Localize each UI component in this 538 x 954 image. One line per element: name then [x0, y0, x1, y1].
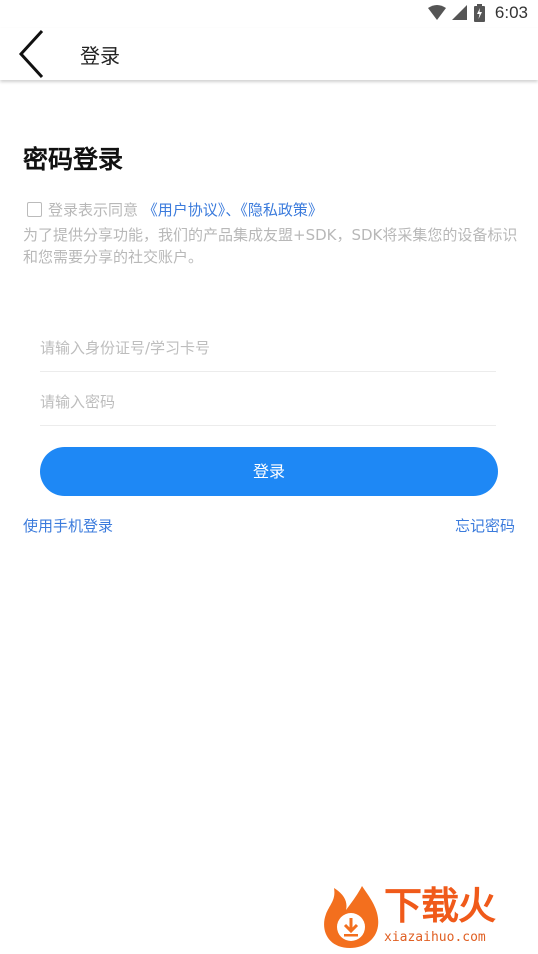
agreement-prefix: 登录表示同意	[48, 201, 139, 219]
forgot-password-link[interactable]: 忘记密码	[455, 515, 515, 536]
id-input[interactable]	[40, 325, 496, 371]
cell-signal-icon	[451, 5, 467, 20]
watermark: 下载火 xiazaihuo.com	[318, 884, 530, 950]
sdk-notice: 为了提供分享功能，我们的产品集成友盟+SDK，SDK将采集您的设备标识和您需要分…	[23, 226, 518, 266]
page-title: 登录	[80, 44, 120, 68]
agreement-separator: 、	[225, 201, 241, 219]
status-icons: 6:03	[427, 3, 528, 23]
user-agreement-link[interactable]: 《用户协议》	[143, 201, 226, 219]
app-bar: 登录	[0, 28, 538, 80]
status-time: 6:03	[494, 3, 528, 22]
watermark-brand: 下载火	[384, 884, 496, 928]
flame-logo-icon	[324, 886, 379, 948]
login-button[interactable]: 登录	[40, 447, 498, 496]
status-bar: 6:03	[0, 0, 538, 28]
password-field	[40, 379, 496, 426]
privacy-policy-link[interactable]: 《隐私政策》	[240, 201, 323, 219]
agreement-row: 登录表示同意 《用户协议》、《隐私政策》	[27, 200, 527, 221]
wifi-icon	[427, 5, 446, 20]
phone-login-link[interactable]: 使用手机登录	[23, 515, 113, 536]
id-field	[40, 325, 496, 372]
agreement-checkbox[interactable]	[27, 202, 42, 217]
login-heading: 密码登录	[23, 145, 124, 174]
watermark-site: xiazaihuo.com	[384, 930, 486, 945]
battery-icon	[473, 4, 485, 22]
back-arrow-icon	[18, 29, 44, 79]
password-input[interactable]	[40, 379, 496, 425]
back-button[interactable]	[12, 28, 56, 80]
